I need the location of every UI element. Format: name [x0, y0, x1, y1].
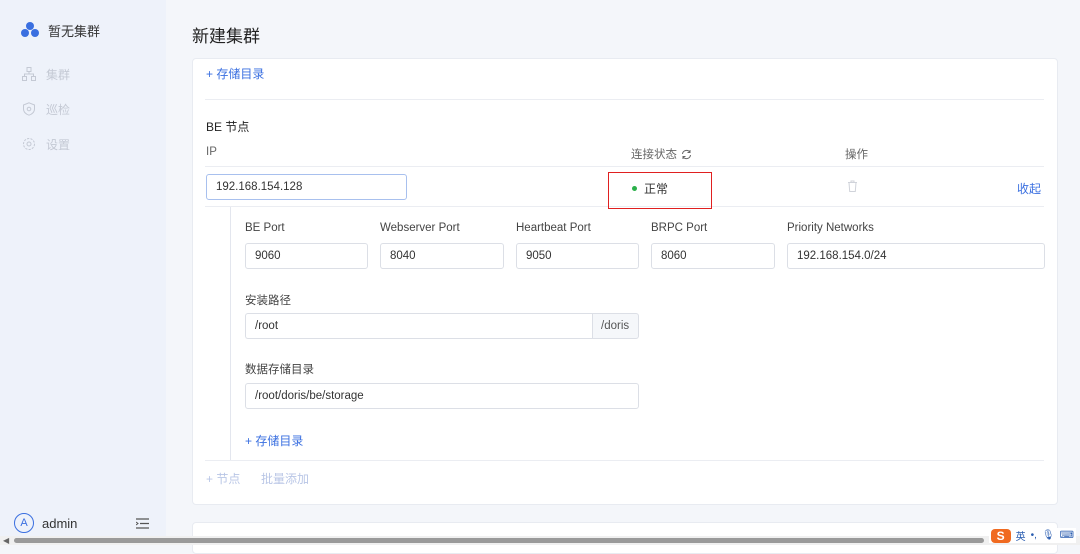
user-menu[interactable]: A admin — [14, 513, 77, 533]
cluster-logo-icon — [21, 22, 39, 37]
priority-networks-input[interactable]: 192.168.154.0/24 — [787, 243, 1045, 269]
sidebar-item-cluster-label: 集群 — [46, 67, 71, 82]
webserver-port-input[interactable]: 8040 — [380, 243, 504, 269]
scroll-left-icon[interactable]: ◀ — [3, 536, 9, 545]
connection-status-text: 正常 — [644, 182, 669, 196]
ip-column-header: IP — [206, 146, 217, 158]
brpc-port-label: BRPC Port — [651, 222, 708, 234]
punctuation-icon[interactable]: •, — [1031, 530, 1037, 541]
batch-add-link[interactable]: 批量添加 — [261, 470, 309, 487]
heartbeat-port-label: Heartbeat Port — [516, 222, 591, 234]
cluster-selector[interactable]: 暂无集群 — [20, 20, 100, 40]
shield-icon — [23, 102, 35, 116]
keyboard-icon[interactable]: ⌨ — [1060, 530, 1074, 541]
sidebar-item-inspection[interactable]: 巡检 — [22, 99, 70, 119]
scrollbar-thumb[interactable] — [14, 538, 984, 543]
horizontal-scrollbar[interactable]: ◀ — [0, 536, 1080, 545]
be-config-card: + 存储目录 BE 节点 IP 连接状态 操作 192.168.154.128 … — [192, 58, 1058, 505]
heartbeat-port-input[interactable]: 9050 — [516, 243, 639, 269]
actions-column-header: 操作 — [845, 149, 868, 161]
microphone-icon[interactable]: 🎙 — [1042, 530, 1055, 541]
collapse-link[interactable]: 收起 — [1017, 180, 1041, 197]
install-path-label: 安装路径 — [245, 295, 291, 307]
status-ok-dot — [632, 186, 637, 191]
ime-language[interactable]: 英 — [1016, 528, 1026, 543]
be-port-label: BE Port — [245, 222, 285, 234]
webserver-port-label: Webserver Port — [380, 222, 460, 234]
sidebar: 暂无集群 集群 巡检 设置 A admin — [0, 0, 166, 545]
add-node-link[interactable]: + 节点 — [206, 470, 240, 487]
divider — [205, 460, 1044, 461]
menu-collapse-icon[interactable] — [136, 518, 149, 529]
status-column-label: 连接状态 — [631, 149, 677, 161]
gear-icon — [23, 138, 35, 150]
cluster-icon — [22, 67, 36, 81]
brpc-port-input[interactable]: 8060 — [651, 243, 775, 269]
priority-networks-label: Priority Networks — [787, 222, 874, 234]
connection-status: 正常 — [632, 180, 668, 197]
sidebar-item-inspection-label: 巡检 — [46, 102, 71, 117]
be-port-input[interactable]: 9060 — [245, 243, 368, 269]
data-storage-dir-input[interactable]: /root/doris/be/storage — [245, 383, 639, 409]
cluster-selector-label: 暂无集群 — [48, 23, 101, 39]
sidebar-item-settings[interactable]: 设置 — [22, 134, 70, 154]
avatar: A — [14, 513, 34, 533]
divider — [205, 166, 1044, 167]
data-storage-dir-label: 数据存储目录 — [245, 364, 314, 376]
install-path-input[interactable]: /root — [245, 313, 593, 339]
be-ip-input[interactable]: 192.168.154.128 — [206, 174, 407, 200]
username: admin — [42, 515, 78, 531]
divider — [205, 99, 1044, 100]
sidebar-item-cluster[interactable]: 集群 — [22, 64, 70, 84]
status-column-header: 连接状态 — [631, 146, 692, 162]
add-storage-dir-link-top[interactable]: + 存储目录 — [206, 65, 264, 82]
be-node-detail-panel: BE Port 9060 Webserver Port 8040 Heartbe… — [230, 207, 1057, 461]
refresh-icon[interactable] — [681, 149, 692, 160]
sogou-logo-icon: S — [990, 528, 1011, 543]
page-title: 新建集群 — [192, 27, 260, 46]
install-path-suffix: /doris — [592, 313, 639, 339]
be-section-title: BE 节点 — [206, 120, 250, 134]
ime-toolbar[interactable]: S 英 •, 🎙 ⌨ — [988, 528, 1076, 543]
add-storage-dir-link[interactable]: + 存储目录 — [245, 432, 303, 449]
sidebar-item-settings-label: 设置 — [46, 137, 71, 152]
trash-icon[interactable] — [847, 180, 858, 192]
main-content: 新建集群 + 存储目录 BE 节点 IP 连接状态 操作 192.168.154… — [166, 0, 1080, 554]
